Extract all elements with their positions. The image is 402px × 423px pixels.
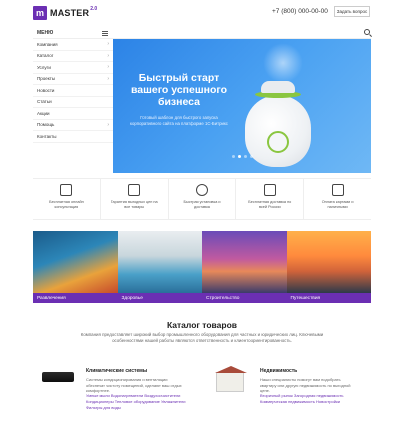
air-conditioner-image (42, 372, 74, 386)
sidebar-item-news[interactable]: Новости (33, 85, 113, 97)
category-travel[interactable]: Путешествия (286, 231, 371, 303)
slider-dot[interactable] (250, 155, 253, 158)
category-entertainment[interactable]: Развлечения (33, 231, 118, 303)
chevron-right-icon: › (107, 52, 109, 59)
slider-dot-active[interactable] (238, 155, 241, 158)
product-text: Наши специалисты помогут вам подобрать к… (260, 377, 351, 393)
mist-image (263, 43, 303, 83)
product-links[interactable]: Вторичный рынок Загородная недвижимость … (260, 393, 370, 405)
slider-dot[interactable] (244, 155, 247, 158)
feature-install: Быстрая установка и доставка (169, 179, 237, 219)
feature-delivery: Бесплатная доставка по всей России (236, 179, 305, 219)
product-title[interactable]: Недвижимость (260, 368, 297, 374)
sidebar-item-catalog[interactable]: Каталог › (33, 51, 113, 62)
sidebar-item-label: Услуги (37, 64, 51, 70)
category-label: Здоровье (117, 293, 202, 303)
feature-label: Гарантия выгодных цен на все товары (110, 200, 158, 209)
chevron-right-icon: › (107, 121, 109, 128)
house-image (215, 366, 248, 392)
product-title[interactable]: Климатические системы (86, 368, 147, 374)
logo-name: MASTER (50, 8, 90, 18)
hero-title: Быстрый старт вашего успешного бизнеса (130, 72, 228, 108)
chevron-right-icon: › (107, 64, 109, 71)
category-image (117, 231, 202, 293)
card-icon (331, 184, 344, 196)
document-icon (128, 184, 141, 196)
humidifier-top (261, 81, 295, 93)
category-health[interactable]: Здоровье (117, 231, 202, 303)
features-row: Бесплатная онлайн консультация Гарантия … (33, 178, 371, 220)
feature-price: Гарантия выгодных цен на все товары (101, 179, 169, 219)
category-tiles: Развлечения Здоровье Строительство Путеш… (33, 231, 371, 303)
feature-label: Быстрая установка и доставка (183, 200, 221, 209)
sidebar-item-promotions[interactable]: Акции (33, 108, 113, 120)
sidebar-item-label: Компания (37, 41, 58, 47)
chat-icon (60, 184, 73, 196)
slider-dots (232, 155, 253, 158)
product-links[interactable]: Умные мыли Водонагреватели Воздухоочисти… (86, 393, 196, 411)
feature-consultation: Бесплатная онлайн консультация (33, 179, 101, 219)
category-construction[interactable]: Строительство (202, 231, 287, 303)
house-icon (215, 366, 247, 392)
logo[interactable]: m MASTER 2.0 (33, 6, 97, 20)
sidebar-item-services[interactable]: Услуги › (33, 62, 113, 74)
feature-label: Оплата картами и наличными (321, 200, 354, 209)
hero-subtitle: Готовый шаблон для быстрого запуска корп… (130, 115, 228, 126)
feature-label: Бесплатная доставка по всей России (248, 200, 292, 209)
humidifier-dial (267, 131, 289, 153)
logo-mark: m (33, 6, 47, 20)
sidebar-item-label: Проекты (37, 76, 56, 82)
search-icon[interactable] (364, 29, 370, 35)
sidebar-item-articles[interactable]: Статьи (33, 97, 113, 108)
chevron-right-icon: › (107, 41, 109, 48)
sidebar-item-label: Контакты (37, 133, 57, 139)
sidebar-item-label: Каталог (37, 53, 54, 59)
hero-banner[interactable]: Быстрый старт вашего успешного бизнеса Г… (113, 39, 371, 173)
category-image (202, 231, 287, 293)
air-conditioner-icon (42, 372, 74, 382)
category-image (286, 231, 371, 293)
box-icon (263, 184, 276, 196)
menu-label[interactable]: МЕНЮ (37, 30, 53, 36)
sidebar-item-company[interactable]: Компания › (33, 39, 113, 51)
site-header: m MASTER 2.0 +7 (800) 000-00-00 Задать в… (0, 0, 402, 28)
sidebar-item-label: Помощь (37, 122, 55, 128)
sidebar-item-label: Статьи (37, 99, 52, 105)
catalog-title: Каталог товаров (167, 320, 237, 330)
sidebar-item-label: Акции (37, 110, 50, 116)
feature-label: Бесплатная онлайн консультация (49, 200, 84, 209)
sidebar-item-label: Новости (37, 87, 55, 93)
ask-question-button[interactable]: Задать вопрос (334, 6, 370, 17)
category-label: Строительство (202, 293, 287, 303)
slider-dot[interactable] (232, 155, 235, 158)
menu-bar: МЕНЮ (33, 28, 371, 39)
chevron-right-icon: › (107, 75, 109, 82)
sidebar-item-projects[interactable]: Проекты › (33, 74, 113, 85)
hamburger-icon[interactable] (102, 31, 108, 36)
logo-version: 2.0 (90, 6, 98, 12)
catalog-description: Компания предоставляет широкий выбор про… (80, 332, 324, 343)
phone-number[interactable]: +7 (800) 000-00-00 (272, 8, 328, 15)
sidebar-menu: Компания › Каталог › Услуги › Проекты › Ново… (33, 39, 113, 173)
category-label: Развлечения (33, 293, 118, 303)
sidebar-item-help[interactable]: Помощь › (33, 120, 113, 131)
feature-payment: Оплата картами и наличными (304, 179, 371, 219)
product-text: Системы кондиционирования и вентиляции о… (86, 377, 182, 393)
tools-icon (195, 184, 208, 196)
category-image (33, 231, 118, 293)
sidebar-item-contacts[interactable]: Контакты (33, 131, 113, 143)
category-label: Путешествия (286, 293, 371, 303)
